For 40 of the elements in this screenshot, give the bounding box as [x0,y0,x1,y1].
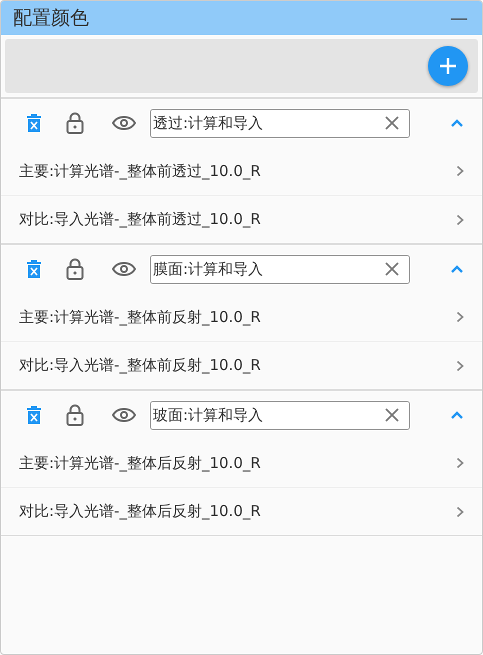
delete-icon [26,113,42,133]
collapse-icon[interactable] [450,118,464,128]
lock-button[interactable] [66,112,84,134]
chevron-right-icon [456,506,464,518]
name-field[interactable]: 透过:计算和导入 [150,108,410,138]
series-item[interactable]: 主要:计算光谱-_整体前反射_10.0_R [1,293,482,341]
clear-icon[interactable] [384,406,400,422]
series-item[interactable]: 对比:导入光谱-_整体前透过_10.0_R [1,195,482,243]
delete-icon [26,259,42,279]
lock-icon [66,258,84,280]
chevron-right-icon [456,457,464,469]
delete-button[interactable] [26,405,42,425]
collapse-icon[interactable] [450,410,464,420]
delete-button[interactable] [26,113,42,133]
eye-icon [112,116,136,130]
panel-title: 配置颜色 [13,6,89,31]
name-field[interactable]: 膜面:计算和导入 [150,254,410,284]
series-item[interactable]: 对比:导入光谱-_整体前反射_10.0_R [1,341,482,389]
clear-icon[interactable] [384,260,400,276]
chevron-right-icon [456,360,464,372]
series-item[interactable]: 对比:导入光谱-_整体后反射_10.0_R [1,487,482,535]
collapse-button[interactable]: — [450,4,468,32]
name-field[interactable]: 玻面:计算和导入 [150,400,410,430]
chevron-right-icon [456,311,464,323]
eye-icon [112,408,136,422]
add-icon [439,57,457,75]
lock-icon [66,404,84,426]
collapse-icon[interactable] [450,264,464,274]
series-item[interactable]: 主要:计算光谱-_整体后反射_10.0_R [1,439,482,487]
lock-icon [66,112,84,134]
eye-icon [112,262,136,276]
chevron-right-icon [456,165,464,177]
lock-button[interactable] [66,258,84,280]
lock-button[interactable] [66,404,84,426]
series-item[interactable]: 主要:计算光谱-_整体前透过_10.0_R [1,147,482,195]
clear-icon[interactable] [384,114,400,130]
delete-button[interactable] [26,259,42,279]
chevron-right-icon [456,214,464,226]
delete-icon [26,405,42,425]
add-button[interactable] [428,46,468,86]
